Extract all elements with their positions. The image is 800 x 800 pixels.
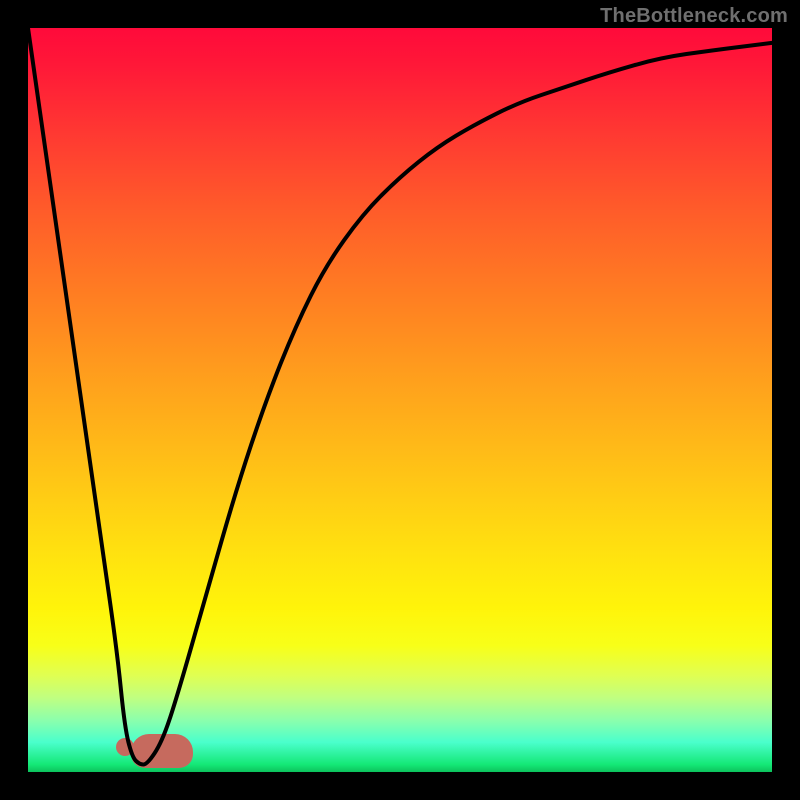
watermark-text: TheBottleneck.com bbox=[600, 6, 788, 26]
bottleneck-curve bbox=[28, 28, 772, 772]
plot-area bbox=[28, 28, 772, 772]
chart-canvas: TheBottleneck.com bbox=[0, 0, 800, 800]
